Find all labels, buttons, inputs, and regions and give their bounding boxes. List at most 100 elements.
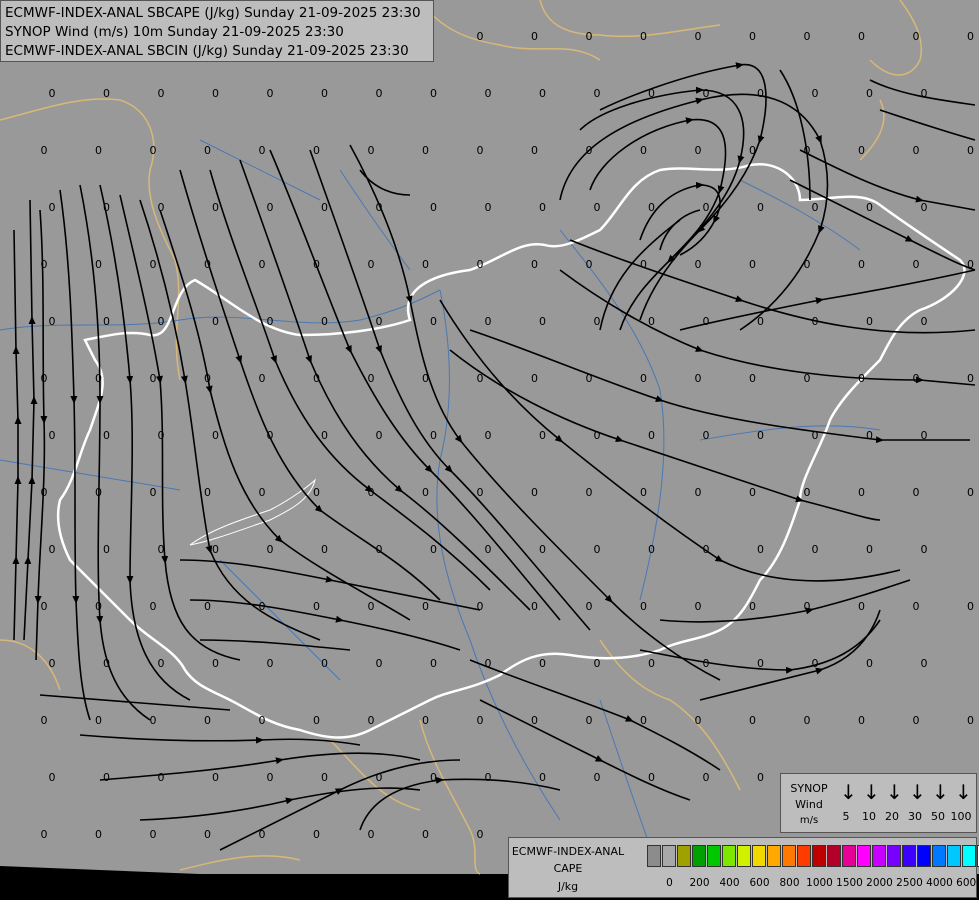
cape-tick-label: 6000 [956, 877, 979, 889]
cape-value: 0 [594, 87, 601, 100]
cape-value: 0 [866, 543, 873, 556]
cape-value: 0 [204, 258, 211, 271]
cape-value: 0 [212, 771, 219, 784]
cape-value: 0 [321, 429, 328, 442]
cape-swatch [647, 845, 661, 867]
cape-value: 0 [531, 258, 538, 271]
cape-value: 0 [812, 201, 819, 214]
cape-value: 0 [594, 657, 601, 670]
cape-value: 0 [422, 486, 429, 499]
wind-arrow-icon: ↓ [909, 780, 926, 804]
cape-value: 0 [757, 771, 764, 784]
cape-value: 0 [267, 87, 274, 100]
cape-value: 0 [103, 771, 110, 784]
cape-value: 0 [586, 372, 593, 385]
cape-value: 0 [49, 201, 56, 214]
cape-value: 0 [49, 87, 56, 100]
cape-value: 0 [267, 543, 274, 556]
cape-value: 0 [539, 87, 546, 100]
cape-value: 0 [477, 714, 484, 727]
cape-value: 0 [531, 30, 538, 43]
cape-swatch [902, 845, 916, 867]
cape-value: 0 [749, 144, 756, 157]
cape-value: 0 [749, 714, 756, 727]
cape-value: 0 [485, 315, 492, 328]
cape-value: 0 [259, 600, 266, 613]
cape-value: 0 [158, 87, 165, 100]
cape-value: 0 [477, 372, 484, 385]
cape-value: 0 [921, 657, 928, 670]
cape-value: 0 [648, 87, 655, 100]
cape-tick-label: 2000 [866, 877, 893, 889]
cape-value: 0 [430, 543, 437, 556]
cape-swatch [887, 845, 901, 867]
cape-value: 0 [531, 714, 538, 727]
cape-value: 0 [640, 486, 647, 499]
cape-swatch [872, 845, 886, 867]
cape-value: 0 [804, 486, 811, 499]
cape-value: 0 [313, 486, 320, 499]
cape-value: 0 [531, 144, 538, 157]
cape-value: 0 [150, 828, 157, 841]
cape-value: 0 [150, 600, 157, 613]
wind-arrow-icon: ↓ [932, 780, 949, 804]
cape-value: 0 [640, 258, 647, 271]
cape-value: 0 [485, 201, 492, 214]
cape-value: 0 [812, 543, 819, 556]
cape-value: 0 [158, 429, 165, 442]
cape-value: 0 [804, 600, 811, 613]
cape-value: 0 [586, 144, 593, 157]
cape-value: 0 [212, 429, 219, 442]
cape-value: 0 [586, 714, 593, 727]
cape-value: 0 [967, 30, 974, 43]
cape-value: 0 [485, 429, 492, 442]
title-panel: ECMWF-INDEX-ANAL SBCAPE (J/kg) Sunday 21… [0, 0, 434, 62]
wind-legend-unit: m/s [799, 815, 819, 826]
cape-value: 0 [259, 486, 266, 499]
cape-tick-label: 2500 [896, 877, 923, 889]
cape-legend-title: ECMWF-INDEX-ANAL [511, 845, 625, 858]
cape-value: 0 [95, 258, 102, 271]
cape-swatch [722, 845, 736, 867]
cape-value: 0 [640, 30, 647, 43]
cape-value: 0 [150, 144, 157, 157]
cape-value: 0 [95, 600, 102, 613]
cape-value: 0 [703, 771, 710, 784]
cape-value: 0 [913, 30, 920, 43]
cape-legend: ECMWF-INDEX-ANAL CAPE J/kg 0 200 400 600 800… [508, 837, 979, 898]
cape-value: 0 [858, 486, 865, 499]
cape-value: 0 [640, 372, 647, 385]
cape-value: 0 [967, 144, 974, 157]
cape-value: 0 [921, 315, 928, 328]
cape-value: 0 [313, 828, 320, 841]
cape-value: 0 [485, 87, 492, 100]
cape-value: 0 [648, 201, 655, 214]
cape-value: 0 [586, 600, 593, 613]
cape-value: 0 [204, 600, 211, 613]
cape-value: 0 [703, 87, 710, 100]
cape-value: 0 [321, 657, 328, 670]
cape-value: 0 [749, 486, 756, 499]
cape-value: 0 [259, 372, 266, 385]
cape-value: 0 [204, 144, 211, 157]
cape-value: 0 [267, 771, 274, 784]
cape-swatch [737, 845, 751, 867]
wind-legend-title: SYNOP [790, 782, 828, 795]
cape-value: 0 [368, 600, 375, 613]
cape-value: 0 [586, 486, 593, 499]
cape-value: 0 [95, 144, 102, 157]
cape-value: 0 [967, 372, 974, 385]
cape-value: 0 [648, 429, 655, 442]
weather-map[interactable]: 0 0 0 0 0 0 0 0 0 0 0 0 0 0 0 0 0 0 0 0 0 0 0 0 0 0 0 0 0 0 0 0 0 0 0 0 0 0 0 0… [0, 0, 979, 900]
cape-value: 0 [594, 201, 601, 214]
cape-value: 0 [539, 201, 546, 214]
cape-value: 0 [477, 30, 484, 43]
cape-value: 0 [703, 429, 710, 442]
cape-value: 0 [757, 315, 764, 328]
cape-value: 0 [41, 144, 48, 157]
title-sbcin: ECMWF-INDEX-ANAL SBCIN (J/kg) Sunday 21-… [5, 43, 409, 59]
cape-swatch [782, 845, 796, 867]
wind-speed-label: 50 [931, 810, 945, 823]
cape-tick-label: 4000 [926, 877, 953, 889]
cape-value: 0 [913, 600, 920, 613]
